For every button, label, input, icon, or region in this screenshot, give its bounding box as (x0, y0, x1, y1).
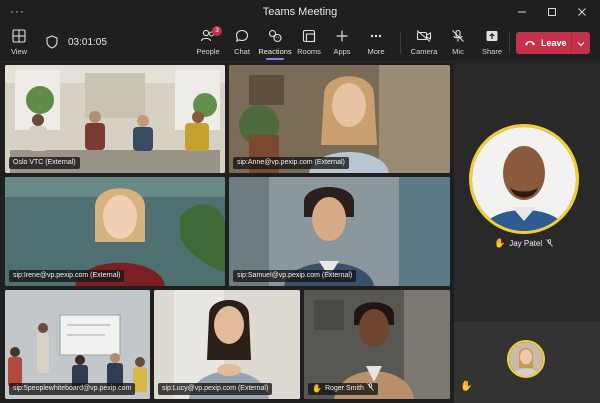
raised-hand-icon: ✋ (312, 384, 322, 393)
self-video (509, 342, 543, 376)
reactions-icon (267, 28, 283, 44)
participant-tile-roger[interactable]: ✋ Roger Smith (304, 290, 450, 399)
meeting-timer: 03:01:05 (68, 37, 107, 48)
participant-tile-anne[interactable]: sip:Anne@vp.pexip.com (External) (229, 65, 450, 173)
chevron-down-icon (577, 34, 585, 52)
leave-options-button[interactable] (572, 34, 590, 52)
more-button[interactable]: More (359, 28, 393, 60)
participant-tile-lucy[interactable]: sip:Lucy@vp.pexip.com (External) (154, 290, 300, 399)
minimize-button[interactable] (508, 0, 536, 24)
rooms-label: Rooms (297, 47, 321, 56)
leave-button-group: Leave (516, 32, 590, 54)
camera-button[interactable]: Camera (407, 28, 441, 60)
mic-muted-icon (367, 382, 374, 396)
ellipsis-icon (368, 28, 384, 44)
more-label: More (367, 47, 385, 56)
plus-icon (334, 28, 350, 44)
participant-name: sip:Anne@vp.pexip.com (External) (233, 157, 349, 169)
view-label: View (10, 47, 28, 56)
view-button[interactable]: View (2, 28, 36, 60)
mic-muted-icon (546, 238, 553, 249)
participant-name: sip:Lucy@vp.pexip.com (External) (158, 383, 273, 395)
people-button[interactable]: 3 People (191, 26, 225, 60)
leave-label: Leave (541, 38, 567, 48)
mic-off-icon (450, 28, 466, 44)
reactions-label: Reactions (258, 47, 292, 56)
share-label: Share (481, 47, 502, 56)
share-button[interactable]: Share (475, 28, 509, 60)
meeting-toolbar: View 03:01:05 3 People Chat Reactions Ro… (0, 24, 600, 62)
mic-label: Mic (452, 47, 464, 56)
chat-label: Chat (234, 47, 250, 56)
participant-tile-whiteboard[interactable]: sip:5peoplewhiteboard@vp.pexip.com (5, 290, 150, 399)
raised-hand-icon: ✋ (494, 238, 506, 248)
participant-name: Oslo VTC (External) (9, 157, 80, 169)
chat-icon (234, 28, 250, 44)
mic-button[interactable]: Mic (441, 28, 475, 60)
camera-off-icon (416, 28, 432, 44)
leave-button[interactable]: Leave (516, 32, 572, 54)
reactions-button[interactable]: Reactions (258, 28, 292, 60)
close-button[interactable] (568, 0, 596, 24)
phone-hangup-icon (524, 34, 536, 52)
rooms-button[interactable]: Rooms (292, 28, 326, 60)
self-avatar[interactable] (507, 340, 545, 378)
featured-name-label: ✋ Jay Patel (494, 238, 553, 249)
featured-avatar[interactable] (469, 124, 579, 234)
participant-tile-irene[interactable]: sip:Irene@vp.pexip.com (External) (5, 177, 225, 286)
participant-tile-samuel[interactable]: sip:Samuel@vp.pexip.com (External) (229, 177, 450, 286)
rooms-icon (301, 28, 317, 44)
raised-hand-icon: ✋ (460, 381, 473, 392)
participant-name: sip:Samuel@vp.pexip.com (External) (233, 270, 357, 282)
camera-label: Camera (410, 47, 438, 56)
toolbar-divider (509, 32, 510, 54)
toolbar-divider (400, 32, 401, 54)
people-count-badge: 3 (212, 26, 222, 36)
apps-button[interactable]: Apps (325, 28, 359, 60)
grid-view-icon (11, 28, 27, 44)
avatar-video (472, 127, 576, 231)
participant-tile-oslo[interactable]: Oslo VTC (External) (5, 65, 225, 173)
share-screen-icon (484, 28, 500, 44)
participant-name: ✋ Roger Smith (308, 382, 378, 396)
maximize-button[interactable] (538, 0, 566, 24)
title-bar: ··· Teams Meeting (0, 0, 600, 24)
participant-name: sip:5peoplewhiteboard@vp.pexip.com (9, 383, 136, 395)
participant-name: sip:Irene@vp.pexip.com (External) (9, 270, 125, 282)
apps-label: Apps (333, 47, 351, 56)
shield-icon (46, 35, 58, 54)
chat-button[interactable]: Chat (225, 28, 259, 60)
people-label: People (196, 47, 220, 56)
